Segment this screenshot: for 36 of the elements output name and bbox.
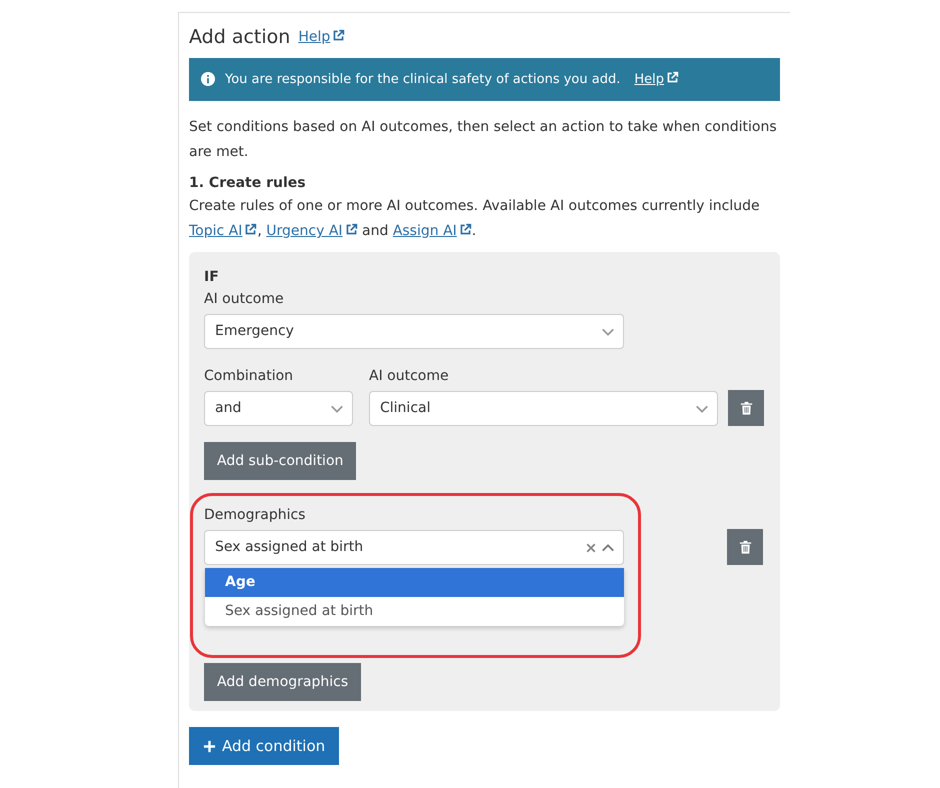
delete-button[interactable]	[728, 390, 764, 426]
outcome-link[interactable]: Assign AI	[392, 223, 472, 239]
external-link-icon	[458, 223, 472, 236]
dropdown-option[interactable]: Sex assigned at birth	[205, 597, 624, 626]
add-condition-button[interactable]: Add condition	[189, 727, 340, 765]
outcome-link[interactable]: Urgency AI	[266, 223, 358, 239]
dropdown-option[interactable]: Age	[205, 568, 624, 597]
select-field[interactable]: and	[204, 391, 353, 426]
field-label: Combination	[204, 367, 294, 386]
field-label: Demographics	[204, 506, 306, 525]
select-field[interactable]: Sex assigned at birth	[204, 530, 624, 565]
select-field[interactable]: Clinical	[369, 391, 718, 426]
info-text: You are responsible for the clinical safety of actions you add.	[225, 70, 620, 88]
field-label: AI outcome	[369, 367, 450, 386]
clear-icon[interactable]	[585, 542, 597, 554]
info-icon	[201, 72, 215, 86]
external-link-icon	[666, 70, 679, 84]
section-heading: 1. Create rules	[189, 174, 307, 193]
external-link-icon	[244, 223, 258, 236]
field-label: AI outcome	[204, 290, 285, 309]
if-label: IF	[204, 268, 220, 287]
intro-text: Set conditions based on AI outcomes, then select an action to take when conditions are met.	[189, 118, 778, 162]
help-link[interactable]: Help	[298, 26, 346, 48]
add-sub-condition-button[interactable]: Add sub-condition	[204, 442, 356, 480]
outcome-link[interactable]: Topic AI	[189, 223, 258, 239]
rules-description: Create rules of one or more AI outcomes. Available AI outcomes currently include Topic AI , Urgency AI and Assign AI .	[189, 197, 761, 241]
add-demographics-button[interactable]: Add demographics	[204, 663, 362, 701]
trash-icon	[738, 400, 754, 416]
delete-button[interactable]	[727, 529, 763, 565]
external-link-icon	[344, 223, 358, 236]
select-field[interactable]: Emergency	[204, 314, 624, 349]
trash-icon	[738, 539, 752, 555]
page-title: Add action	[189, 25, 290, 50]
external-link-icon	[332, 28, 346, 42]
plus-icon	[203, 740, 216, 752]
help-link[interactable]: Help	[634, 70, 679, 89]
